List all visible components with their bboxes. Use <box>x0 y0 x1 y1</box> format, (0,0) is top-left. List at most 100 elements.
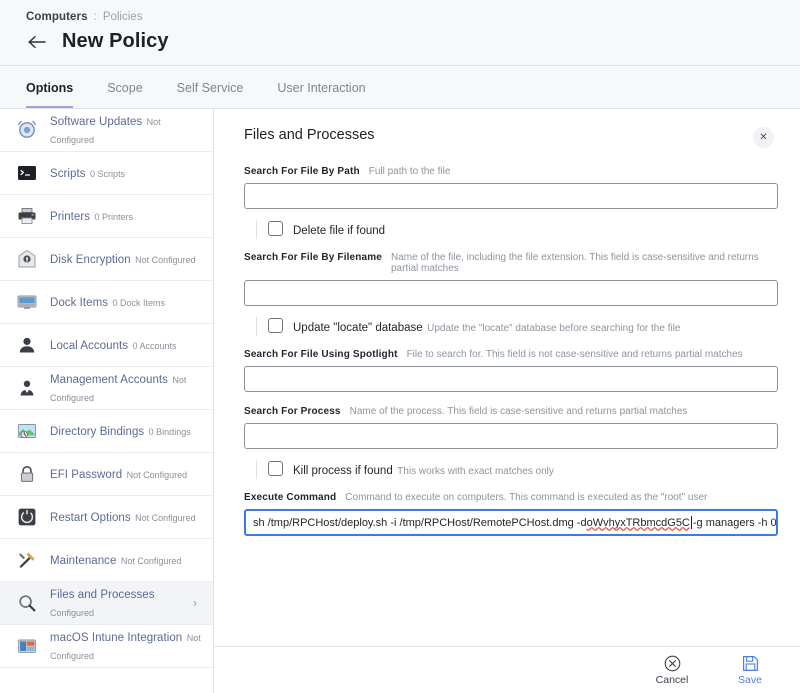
search-process-input[interactable] <box>244 423 778 449</box>
disk-encryption-icon <box>14 247 39 272</box>
checkbox-sublabel: Update the "locate" database before sear… <box>427 323 680 334</box>
field-header: Search For File Using Spotlight File to … <box>244 349 778 360</box>
field-execute-command: Execute Command Command to execute on co… <box>244 492 778 536</box>
cancel-circle-icon <box>664 655 681 672</box>
search-by-path-input[interactable] <box>244 183 778 209</box>
search-by-filename-input[interactable] <box>244 280 778 306</box>
breadcrumb-computers[interactable]: Computers <box>26 11 88 23</box>
tab-options[interactable]: Options <box>26 81 73 108</box>
checkbox-text: Delete file if found <box>293 220 385 240</box>
sidebar-item-dock-items[interactable]: Dock Items 0 Dock Items <box>0 281 213 324</box>
checkbox-label: Delete file if found <box>293 225 385 237</box>
sidebar-item-label: Disk Encryption <box>50 254 131 266</box>
checkbox-box[interactable] <box>268 461 283 476</box>
field-search-process: Search For Process Name of the process. … <box>244 406 778 449</box>
sidebar-item-text: macOS Intune Integration Not Configured <box>50 628 201 664</box>
sidebar-item-local-accounts[interactable]: Local Accounts 0 Accounts <box>0 324 213 367</box>
sidebar-item-status: 0 Accounts <box>133 341 177 351</box>
files-and-processes-panel: Files and Processes ✕ Search For File By… <box>214 109 800 693</box>
sidebar-item-status: Configured <box>50 608 94 618</box>
sidebar-item-status: Not Configured <box>121 556 182 566</box>
chevron-right-icon: › <box>193 596 201 610</box>
sidebar-item-status: Not Configured <box>135 513 196 523</box>
sidebar-item-management-accounts[interactable]: Management Accounts Not Configured <box>0 367 213 410</box>
tab-scope[interactable]: Scope <box>107 81 142 108</box>
field-label: Search For Process <box>244 406 341 417</box>
breadcrumb: Computers : Policies <box>26 11 800 23</box>
sidebar-item-printers[interactable]: Printers 0 Printers <box>0 195 213 238</box>
field-search-spotlight: Search For File Using Spotlight File to … <box>244 349 778 392</box>
checkbox-sublabel: This works with exact matches only <box>397 466 554 477</box>
execute-command-input[interactable]: sh /tmp/RPCHost/deploy.sh -i /tmp/RPCHos… <box>244 509 778 536</box>
field-label: Search For File By Path <box>244 166 360 177</box>
sidebar-item-directory-bindings[interactable]: Directory Bindings 0 Bindings <box>0 410 213 453</box>
close-icon[interactable]: ✕ <box>753 127 774 148</box>
save-button[interactable]: Save <box>726 655 774 686</box>
title-row: New Policy <box>26 30 800 53</box>
sidebar-item-text: Disk Encryption Not Configured <box>50 250 201 268</box>
sidebar-item-label: EFI Password <box>50 469 122 481</box>
intune-integration-icon <box>14 634 39 659</box>
field-hint: Name of the process. This field is case-… <box>350 406 688 417</box>
sidebar-item-software-updates[interactable]: Software Updates Not Configured <box>0 109 213 152</box>
checkbox-label: Kill process if found <box>293 465 393 477</box>
sidebar-item-files-and-processes[interactable]: Files and Processes Configured › <box>0 582 213 625</box>
arrow-left-icon[interactable] <box>26 31 48 53</box>
text-caret <box>691 516 692 529</box>
sidebar-item-text: Software Updates Not Configured <box>50 112 201 148</box>
field-hint: File to search for. This field is not ca… <box>407 349 743 360</box>
field-label: Search For File Using Spotlight <box>244 349 398 360</box>
sidebar-item-status: 0 Bindings <box>149 427 191 437</box>
content-area: Software Updates Not Configured Scripts … <box>0 109 800 693</box>
sidebar-item-label: macOS Intune Integration <box>50 632 182 644</box>
sidebar-item-maintenance[interactable]: Maintenance Not Configured <box>0 539 213 582</box>
panel-header: Files and Processes ✕ <box>244 127 778 148</box>
command-suffix: -g managers -h 0 -p 1234 <box>693 517 778 529</box>
checkbox-kill-process-if-found[interactable]: Kill process if found This works with ex… <box>244 460 778 480</box>
sidebar-item-label: Software Updates <box>50 116 142 128</box>
field-header: Search For File By Filename Name of the … <box>244 252 778 274</box>
command-misspelled-token: oWvhyxTRbmcdG5C <box>587 517 690 529</box>
breadcrumb-separator: : <box>94 11 97 23</box>
sidebar-item-restart-options[interactable]: Restart Options Not Configured <box>0 496 213 539</box>
sidebar-item-disk-encryption[interactable]: Disk Encryption Not Configured <box>0 238 213 281</box>
sidebar-item-efi-password[interactable]: EFI Password Not Configured <box>0 453 213 496</box>
sidebar-item-text: Restart Options Not Configured <box>50 508 201 526</box>
checkbox-box[interactable] <box>268 221 283 236</box>
field-hint: Command to execute on computers. This co… <box>345 492 707 503</box>
save-floppy-icon <box>742 655 759 672</box>
policy-editor-window: Computers : Policies New Policy Options … <box>0 0 800 693</box>
field-hint: Full path to the file <box>369 166 451 177</box>
sidebar-item-scripts[interactable]: Scripts 0 Scripts <box>0 152 213 195</box>
search-spotlight-input[interactable] <box>244 366 778 392</box>
software-updates-icon <box>14 118 39 143</box>
sidebar-item-text: Dock Items 0 Dock Items <box>50 293 201 311</box>
field-hint: Name of the file, including the file ext… <box>391 252 778 274</box>
options-sidebar: Software Updates Not Configured Scripts … <box>0 109 214 693</box>
checkbox-box[interactable] <box>268 318 283 333</box>
sidebar-item-status: 0 Dock Items <box>112 298 165 308</box>
breadcrumb-policies[interactable]: Policies <box>103 11 143 23</box>
tab-bar: Options Scope Self Service User Interact… <box>0 66 800 109</box>
checkbox-update-locate-database[interactable]: Update "locate" database Update the "loc… <box>244 317 778 337</box>
tab-self-service[interactable]: Self Service <box>177 81 244 108</box>
sidebar-item-text: Directory Bindings 0 Bindings <box>50 422 201 440</box>
field-label: Search For File By Filename <box>244 252 382 263</box>
cancel-button[interactable]: Cancel <box>648 655 696 686</box>
execute-command-value: sh /tmp/RPCHost/deploy.sh -i /tmp/RPCHos… <box>253 516 778 529</box>
checkbox-delete-file-if-found[interactable]: Delete file if found <box>244 220 778 240</box>
tab-user-interaction[interactable]: User Interaction <box>277 81 365 108</box>
efi-password-icon <box>14 462 39 487</box>
sidebar-item-label: Directory Bindings <box>50 426 144 438</box>
sidebar-item-label: Files and Processes <box>50 589 155 601</box>
field-search-by-path: Search For File By Path Full path to the… <box>244 166 778 209</box>
sidebar-item-status: 0 Printers <box>94 212 133 222</box>
checkbox-text: Kill process if found This works with ex… <box>293 460 554 480</box>
page-title: New Policy <box>62 30 169 53</box>
page-header: Computers : Policies New Policy <box>0 0 800 66</box>
sidebar-item-macos-intune-integration[interactable]: macOS Intune Integration Not Configured <box>0 625 213 668</box>
directory-bindings-icon <box>14 419 39 444</box>
field-label: Execute Command <box>244 492 336 503</box>
field-search-by-filename: Search For File By Filename Name of the … <box>244 252 778 306</box>
command-prefix: sh /tmp/RPCHost/deploy.sh -i /tmp/RPCHos… <box>253 517 587 529</box>
